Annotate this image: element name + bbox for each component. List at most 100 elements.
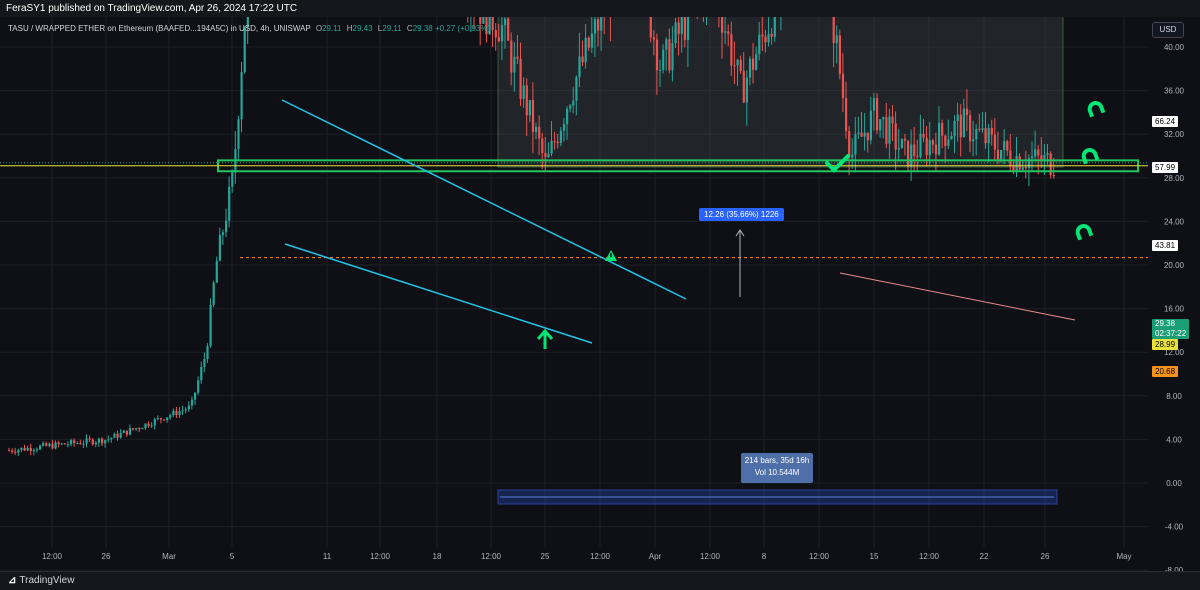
- candle-body-up: [674, 22, 677, 44]
- tradingview-logo-text: TradingView: [19, 575, 75, 586]
- candle-body-up: [197, 380, 200, 393]
- candle-body-up: [215, 260, 218, 283]
- candle-body-down: [1037, 149, 1040, 156]
- candle-body-down: [761, 34, 764, 37]
- candle-body-up: [1021, 167, 1024, 170]
- candle-body-up: [950, 135, 953, 140]
- candle-body-up: [680, 17, 683, 34]
- open-value: 29.11: [322, 24, 342, 33]
- candle-body-down: [969, 115, 972, 142]
- y-tick-label: 20.00: [1164, 261, 1185, 270]
- candle-body-up: [854, 134, 857, 155]
- candle-body-down: [866, 132, 869, 141]
- x-tick-label: 12:00: [919, 552, 940, 561]
- candle-body-up: [178, 411, 181, 416]
- candle-body-up: [972, 139, 975, 142]
- consolidation-zone: [497, 17, 1064, 168]
- candle-body-up: [572, 100, 575, 106]
- candle-body-up: [66, 444, 70, 446]
- x-tick-label: 26: [1041, 552, 1050, 561]
- candle-body-up: [184, 409, 187, 411]
- candle-body-up: [60, 443, 63, 445]
- high-value: 29.43: [352, 24, 373, 33]
- candle-body-down: [925, 137, 928, 156]
- candle-body-up: [758, 34, 761, 55]
- candle-body-down: [516, 56, 519, 59]
- candle-body-down: [978, 128, 981, 130]
- candle-body-up: [20, 447, 23, 450]
- candle-body-down: [531, 100, 535, 133]
- low-value: 29.11: [382, 24, 402, 33]
- candle-body-up: [141, 428, 144, 430]
- candle-body-down: [57, 442, 60, 445]
- candle-body-down: [556, 141, 559, 144]
- candle-body-up: [550, 140, 553, 154]
- candle-body-up: [767, 33, 770, 43]
- candle-body-down: [8, 450, 11, 452]
- close-value: 29.38: [412, 24, 433, 33]
- x-tick-label: Apr: [649, 552, 662, 561]
- candle-body-up: [42, 443, 45, 446]
- candle-body-up: [218, 235, 221, 261]
- symbol-legend[interactable]: TASU / WRAPPED ETHER on Ethereum (BAAFED…: [8, 24, 490, 33]
- candle-body-down: [668, 39, 671, 71]
- candle-body-down: [525, 85, 528, 116]
- price-range-measure-label[interactable]: 12.26 (35.66%) 1226: [699, 208, 784, 221]
- magnet-icon: [1075, 224, 1094, 241]
- current-price-value: 29.38: [1155, 319, 1176, 328]
- candle-body-up: [212, 282, 215, 305]
- date-range-info[interactable]: 214 bars, 35d 16h Vol 10.544M: [741, 453, 813, 483]
- level-58-price-tag: 57.99: [1152, 162, 1179, 173]
- price-axis[interactable]: 80.0076.0072.0068.0064.0060.0056.0052.00…: [1148, 17, 1200, 571]
- candle-body-up: [748, 58, 752, 78]
- candle-body-down: [907, 140, 910, 168]
- candle-body-up: [1015, 156, 1018, 172]
- candle-body-up: [938, 122, 941, 155]
- candle-body-up: [144, 423, 147, 429]
- candle-body-up: [593, 19, 597, 34]
- candle-body-up: [900, 138, 903, 149]
- candle-body-up: [547, 153, 550, 158]
- candle-body-down: [1052, 175, 1055, 177]
- candle-body-up: [172, 410, 175, 416]
- currency-button[interactable]: USD: [1152, 22, 1184, 38]
- candle-body-up: [228, 186, 231, 221]
- candle-body-down: [159, 418, 163, 420]
- candle-body-down: [739, 59, 742, 72]
- candle-body-down: [733, 65, 736, 67]
- candle-body-down: [581, 56, 584, 63]
- candle-body-up: [851, 154, 854, 158]
- candle-body-up: [135, 428, 138, 430]
- time-axis[interactable]: 12:00 26 Mar 5 11 12:00 18 12:00 25 12:00 Apr 12:00…: [42, 552, 1132, 561]
- candle-body-up: [82, 443, 85, 445]
- candle-body-down: [959, 114, 962, 138]
- tradingview-logo[interactable]: ⊿ TradingView: [8, 575, 74, 586]
- candle-body-up: [559, 130, 562, 144]
- candle-body-up: [482, 17, 485, 24]
- candle-body-up: [671, 43, 674, 71]
- x-tick-label: 11: [323, 552, 332, 561]
- candle-body-down: [885, 117, 888, 144]
- candle-body-up: [528, 100, 531, 116]
- candle-body-down: [894, 123, 897, 150]
- candle-body-up: [203, 359, 206, 367]
- candle-body-up: [919, 133, 922, 157]
- candle-body-up: [17, 449, 20, 453]
- magnet-icon-body: [1075, 224, 1094, 241]
- candle-body-up: [863, 132, 866, 137]
- candle-body-down: [23, 447, 26, 451]
- candle-body-up: [187, 405, 190, 410]
- candle-body-up: [169, 415, 172, 418]
- candle-body-up: [107, 439, 110, 441]
- candle-body-up: [575, 77, 578, 101]
- candle-body-up: [119, 432, 122, 438]
- candle-body-down: [507, 18, 510, 41]
- candle-body-up: [240, 72, 243, 120]
- candle-body-up: [48, 443, 51, 446]
- price-chart[interactable]: 80.0076.0072.0068.0064.0060.0056.0052.00…: [0, 17, 1200, 571]
- magnet-icon: [1087, 101, 1106, 118]
- candle-body-down: [541, 138, 544, 153]
- candle-body-down: [965, 108, 969, 116]
- candle-body-up: [888, 116, 891, 144]
- x-tick-label: Mar: [162, 552, 176, 561]
